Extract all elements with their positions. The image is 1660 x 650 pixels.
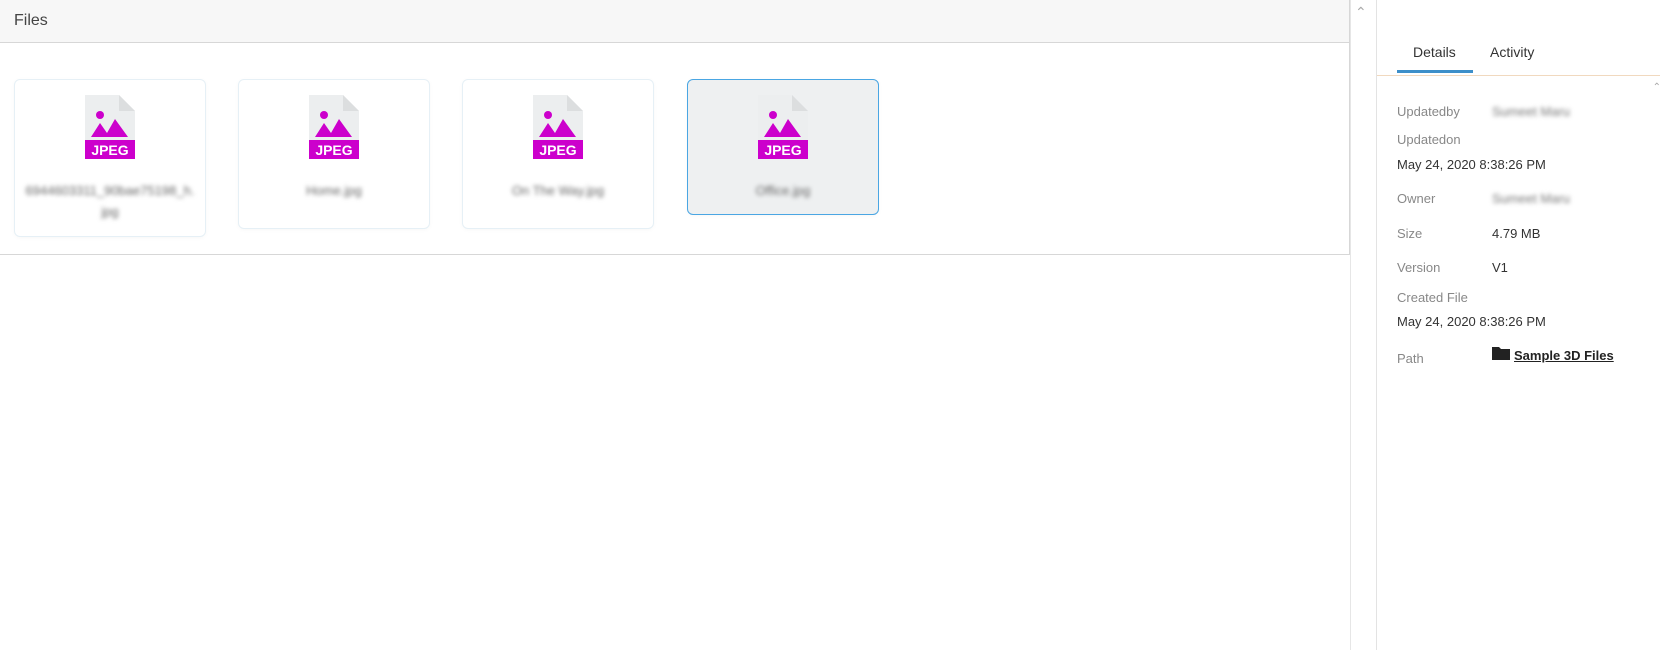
version-label: Version: [1397, 260, 1441, 275]
file-name: Office.jpg: [755, 183, 811, 198]
files-grid: JPEG 6944603311_90bae75198_h.jpg JPEG Ho…: [0, 43, 1350, 255]
updatedby-value: Sumeet Maru: [1492, 104, 1571, 119]
jpeg-file-icon: JPEG: [533, 95, 583, 159]
file-card[interactable]: JPEG Home.jpg: [238, 79, 430, 229]
scroll-up-icon[interactable]: ⌃: [1355, 4, 1367, 21]
path-link[interactable]: Sample 3D Files: [1514, 348, 1614, 363]
file-card[interactable]: JPEG 6944603311_90bae75198_h.jpg: [14, 79, 206, 237]
path-label: Path: [1397, 351, 1424, 366]
folder-icon: [1492, 346, 1510, 360]
created-file-label: Created File: [1397, 290, 1468, 305]
jpeg-file-icon: JPEG: [85, 95, 135, 159]
tab-activity[interactable]: Activity: [1490, 44, 1534, 60]
updatedby-label: Updatedby: [1397, 104, 1460, 119]
owner-value: Sumeet Maru: [1492, 191, 1571, 206]
jpeg-label: JPEG: [315, 142, 352, 158]
jpeg-label: JPEG: [91, 142, 128, 158]
files-title: Files: [14, 12, 48, 29]
size-label: Size: [1397, 226, 1423, 241]
files-header: Files: [0, 0, 1350, 43]
updatedon-label: Updatedon: [1397, 132, 1461, 147]
details-panel: Details Activity ⌃ Updatedby Sumeet Maru…: [1376, 0, 1660, 650]
jpeg-label: JPEG: [539, 142, 576, 158]
files-panel: Files JPEG 6944603311_90bae75198_h.jpg J…: [0, 0, 1350, 650]
version-value: V1: [1492, 260, 1508, 275]
created-file-value: May 24, 2020 8:38:26 PM: [1397, 314, 1546, 329]
panel-scroll-up-icon[interactable]: ⌃: [1653, 82, 1660, 93]
active-tab-indicator: [1397, 70, 1473, 73]
file-card[interactable]: JPEG On The Way.jpg: [462, 79, 654, 229]
size-value: 4.79 MB: [1492, 226, 1541, 241]
tab-details[interactable]: Details: [1413, 44, 1456, 60]
path-value: Sample 3D Files: [1492, 346, 1614, 363]
panel-divider: [1350, 0, 1351, 650]
file-name: On The Way.jpg: [511, 183, 605, 198]
jpeg-label: JPEG: [764, 142, 801, 158]
file-name: 6944603311_90bae75198_h.jpg: [25, 183, 195, 219]
file-card-selected[interactable]: JPEG Office.jpg: [687, 79, 879, 215]
jpeg-file-icon: JPEG: [309, 95, 359, 159]
updatedon-value: May 24, 2020 8:38:26 PM: [1397, 157, 1546, 172]
jpeg-file-icon: JPEG: [758, 95, 808, 159]
details-tabs: Details Activity: [1377, 0, 1660, 76]
file-name: Home.jpg: [306, 183, 362, 198]
owner-label: Owner: [1397, 191, 1436, 206]
